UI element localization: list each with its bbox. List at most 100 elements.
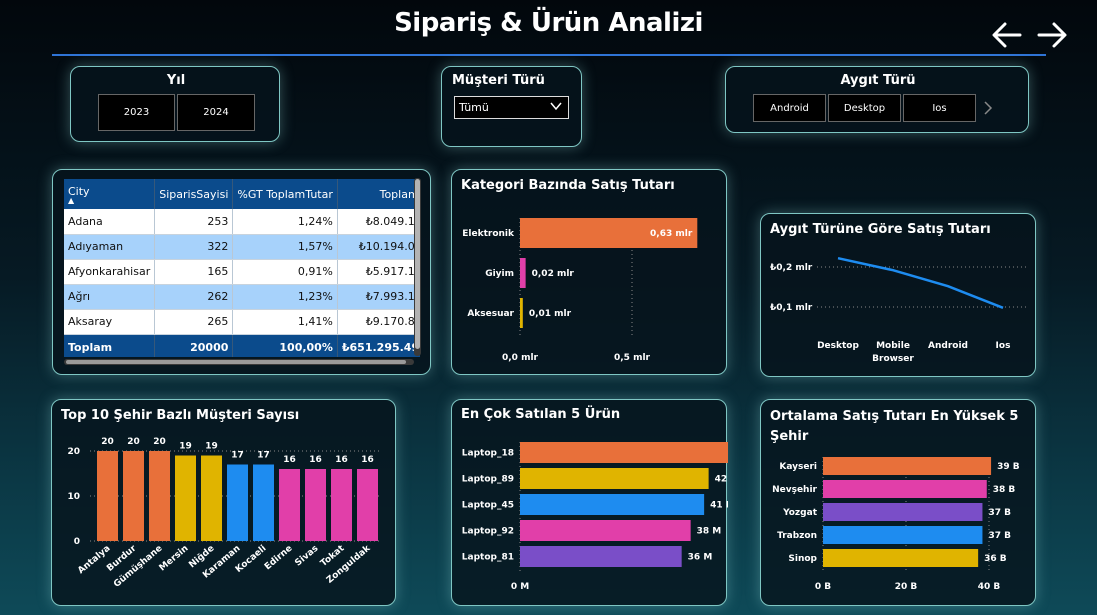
bar [201, 455, 222, 541]
category-sales-card: Kategori Bazında Satış Tutarı Elektronik… [451, 169, 727, 375]
bar [823, 503, 983, 521]
data-label: 36 B [984, 554, 1007, 564]
device-option-desktop[interactable]: Desktop [828, 94, 901, 122]
bar [227, 464, 248, 541]
customer-type-dropdown[interactable]: Tümü [454, 96, 569, 119]
arrow-left-icon[interactable] [990, 18, 1024, 52]
bar [520, 494, 705, 515]
table-cell: 1,41% [232, 309, 338, 335]
bar [97, 451, 118, 541]
category-label: Yozgat [782, 508, 818, 518]
data-label: 39 B [997, 462, 1020, 472]
data-label: 20 [101, 437, 114, 447]
data-label: 38 M [697, 527, 722, 537]
category-label: Sinop [788, 554, 817, 564]
table-total-row: Toplam 20000 100,00% ₺651.295.490,17 [64, 334, 420, 357]
series-line [837, 256, 1004, 309]
bar [149, 451, 170, 541]
device-type-slicer: Aygıt Türü Android Desktop Ios [725, 66, 1029, 133]
top5-products-chart: Laptop_1847 MLaptop_8942 MLaptop_4541 ML… [462, 442, 728, 592]
category-label: Laptop_18 [462, 449, 514, 459]
category-label: Antalya [76, 544, 112, 577]
table-cell: ₺651.295.490,17 [337, 334, 420, 357]
data-label: 16 [309, 455, 322, 465]
city-table-viewport: City ▲ SiparisSayisi %GT ToplamTutar Topl… [64, 179, 420, 357]
column-header-siparis-sayisi[interactable]: SiparisSayisi [154, 179, 234, 209]
table-row[interactable]: Afyonkarahisar 165 0,91% ₺5.917.160,36 [64, 259, 420, 285]
bar [123, 451, 144, 541]
top5-avg-city-card: Ortalama Satış Tutarı En Yüksek 5 Şehir … [760, 399, 1036, 606]
arrow-right-icon[interactable] [1035, 18, 1069, 52]
tick-label: Browser [872, 354, 914, 364]
device-type-title: Aygıt Türü [840, 73, 916, 88]
bar [520, 298, 523, 328]
data-label: 37 B [988, 531, 1011, 541]
tick-label: Mobile [876, 341, 910, 351]
table-cell: Aksaray [64, 309, 156, 335]
data-label: 20 [153, 437, 166, 447]
tick-label: 0 [74, 537, 80, 547]
tick-label: Ios [996, 341, 1011, 351]
customer-type-slicer: Müşteri Türü Tümü [441, 66, 582, 147]
bar [520, 442, 728, 463]
data-label: 17 [231, 451, 244, 461]
category-label: Mersin [158, 544, 191, 574]
category-label: Aksesuar [467, 309, 514, 319]
category-label: Laptop_45 [462, 501, 514, 511]
device-option-ios[interactable]: Ios [903, 94, 976, 122]
year-slicer: Yıl 2023 2024 [70, 66, 280, 142]
category-label: Elektronik [462, 229, 515, 239]
tick-label: 0 B [815, 582, 831, 592]
category-label: Sivas [293, 544, 320, 569]
column-header-gt-toplam-tutar[interactable]: %GT ToplamTutar [232, 179, 338, 209]
data-label: 17 [257, 451, 270, 461]
column-header-city[interactable]: City ▲ [64, 179, 156, 209]
table-cell: Afyonkarahisar [64, 259, 156, 285]
table-cell: 1,24% [232, 209, 338, 235]
table-cell: ₺5.917.160,36 [337, 259, 420, 285]
top10-city-chart: 0102020Antalya20Burdur20Gümüşhane19Mersi… [67, 437, 382, 590]
table-row[interactable]: Aksaray 265 1,41% ₺9.170.832,30 [64, 309, 420, 335]
table-row[interactable]: Adana 253 1,24% ₺8.049.174,76 [64, 209, 420, 235]
table-cell: 1,23% [232, 284, 338, 310]
data-label: 37 B [988, 508, 1011, 518]
data-label: 16 [335, 455, 348, 465]
category-label: Laptop_92 [462, 527, 514, 537]
top5-avg-city-chart: Kayseri 39 B Nevşehir 38 B Yozgat 37 B Trabzon… [772, 457, 1020, 592]
bar [823, 549, 979, 567]
data-label: 42 M [715, 475, 728, 485]
category-label: Giyim [485, 269, 514, 279]
table-vertical-scrollbar[interactable] [414, 178, 421, 356]
category-label: Edirne [263, 544, 294, 573]
table-row[interactable]: Ağrı 262 1,23% ₺7.993.125,96 [64, 284, 420, 310]
table-cell: 100,00% [232, 334, 338, 357]
tick-label: Android [928, 341, 968, 351]
device-option-android[interactable]: Android [753, 94, 826, 122]
table-cell: ₺7.993.125,96 [337, 284, 420, 310]
year-option-2024[interactable]: 2024 [177, 94, 255, 131]
data-label: 19 [179, 442, 192, 452]
tick-label: 0 M [511, 582, 529, 592]
category-label: Laptop_81 [462, 553, 514, 563]
bar [520, 520, 691, 541]
table-cell: 265 [154, 309, 234, 335]
data-label: 0,01 mlr [529, 309, 572, 319]
column-header-toplam-tutar[interactable]: ToplamTutar [337, 179, 420, 209]
tick-label: 40 B [978, 582, 1001, 592]
table-cell: Adana [64, 209, 156, 235]
data-label: 0,02 mlr [532, 269, 575, 279]
bar [357, 469, 378, 541]
bar [823, 457, 992, 475]
table-cell: Ağrı [64, 284, 156, 310]
table-horizontal-scrollbar[interactable] [64, 359, 414, 365]
bar [520, 468, 709, 489]
bar [823, 480, 987, 498]
title-underline [52, 54, 1046, 56]
table-cell: 253 [154, 209, 234, 235]
category-label: Laptop_89 [462, 475, 514, 485]
chevron-right-icon[interactable] [983, 101, 993, 115]
tick-label: 20 [67, 447, 80, 457]
city-table: City ▲ SiparisSayisi %GT ToplamTutar Topl… [64, 179, 420, 357]
year-option-2023[interactable]: 2023 [98, 94, 175, 131]
table-row[interactable]: Adıyaman 322 1,57% ₺10.194.099,27 [64, 234, 420, 260]
